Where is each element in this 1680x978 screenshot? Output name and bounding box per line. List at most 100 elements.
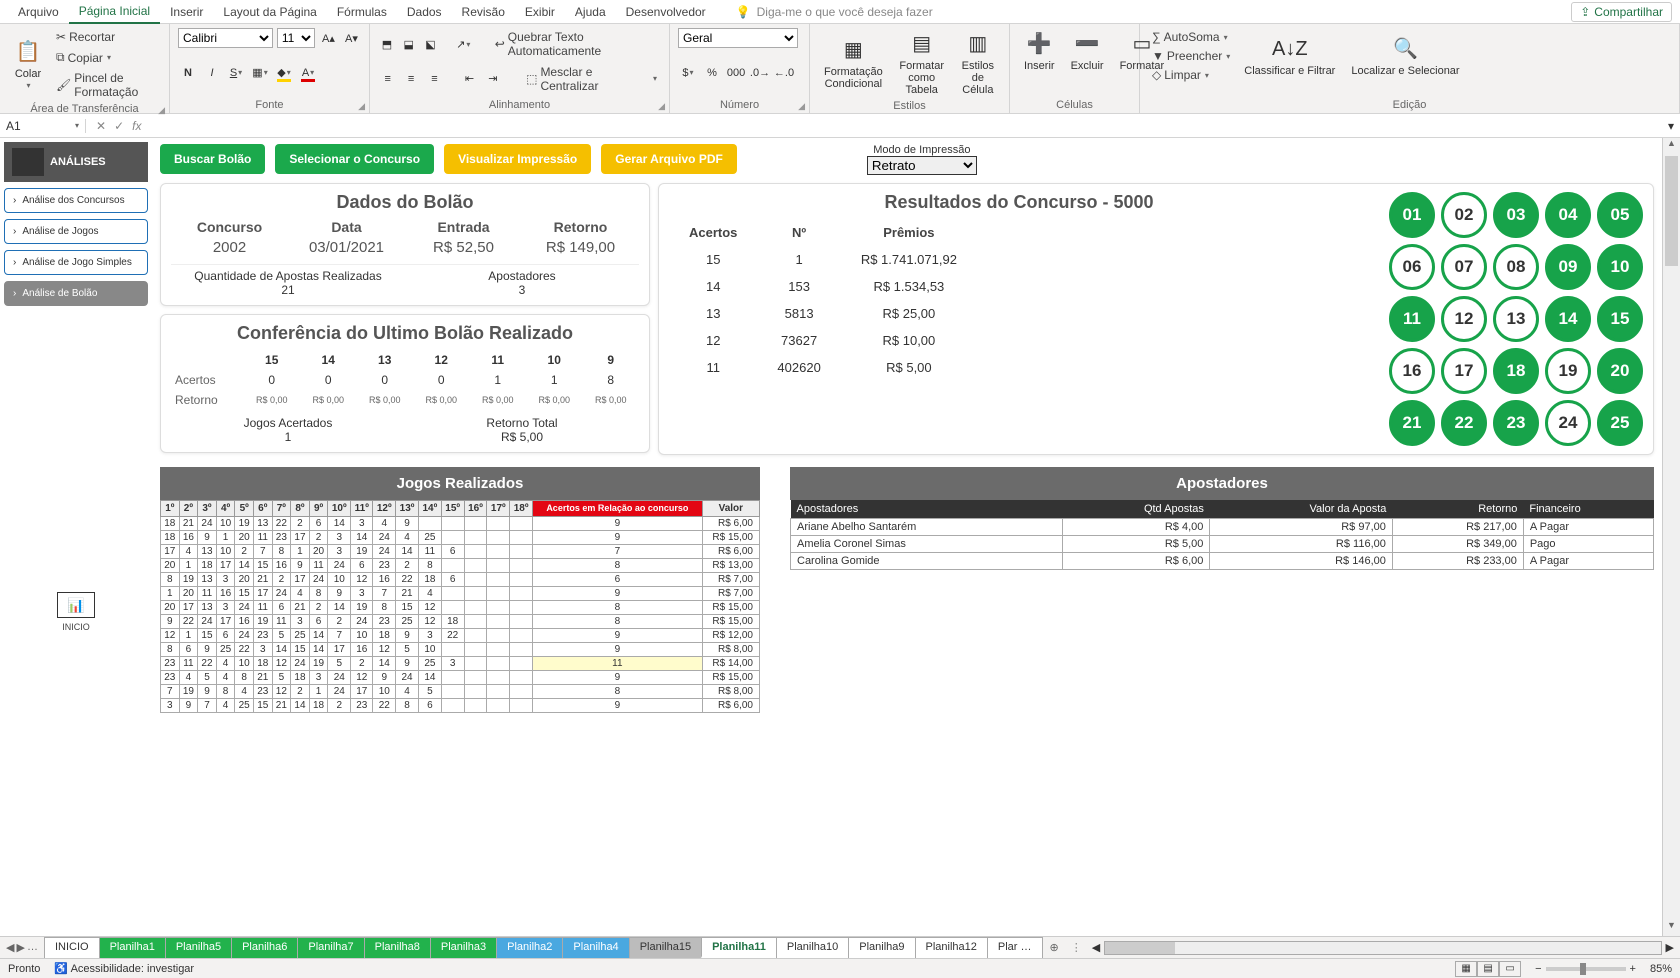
- font-name-select[interactable]: Calibri: [178, 28, 273, 48]
- nav-analise-bolao[interactable]: ›Análise de Bolão: [4, 281, 148, 306]
- font-dialog-icon[interactable]: ◢: [358, 101, 365, 112]
- inicio-button[interactable]: 📊 INICIO: [4, 592, 148, 632]
- tab-exibir[interactable]: Exibir: [515, 1, 565, 23]
- find-select-button[interactable]: 🔍Localizar e Selecionar: [1345, 33, 1465, 79]
- font-color-button[interactable]: A▾: [298, 64, 318, 82]
- number-format-select[interactable]: Geral: [678, 28, 798, 48]
- sheet-nav-next-icon[interactable]: ▶: [16, 941, 24, 954]
- sheet-tab[interactable]: Planilha11: [701, 937, 777, 958]
- cond-format-button[interactable]: ▦Formatação Condicional: [818, 34, 889, 92]
- namebox-dropdown-icon[interactable]: ▾: [75, 121, 79, 130]
- sheet-tab[interactable]: INICIO: [44, 937, 100, 958]
- cell-styles-button[interactable]: ▥Estilos de Célula: [955, 28, 1001, 98]
- merge-button[interactable]: ⬚Mesclar e Centralizar▾: [522, 63, 661, 95]
- horizontal-scrollbar[interactable]: ◀ ▶: [1086, 941, 1680, 955]
- cut-button[interactable]: ✂Recortar: [52, 28, 161, 46]
- scroll-up-icon[interactable]: ▲: [1663, 138, 1680, 154]
- delete-cells-button[interactable]: ➖Excluir: [1065, 28, 1110, 74]
- tell-me[interactable]: 💡 Diga-me o que você deseja fazer: [736, 5, 933, 19]
- insert-cells-button[interactable]: ➕Inserir: [1018, 28, 1061, 74]
- zoom-out-icon[interactable]: −: [1535, 963, 1541, 975]
- sheet-tab[interactable]: Planilha3: [430, 937, 497, 958]
- percent-icon[interactable]: %: [702, 64, 722, 82]
- scroll-down-icon[interactable]: ▼: [1663, 920, 1680, 936]
- zoom-level[interactable]: 85%: [1650, 963, 1672, 975]
- inc-decimal-icon[interactable]: .0→: [750, 64, 770, 82]
- number-dialog-icon[interactable]: ◢: [798, 101, 805, 112]
- nav-analise-jogo-simples[interactable]: ›Análise de Jogo Simples: [4, 250, 148, 275]
- sheet-tab[interactable]: Planilha9: [848, 937, 915, 958]
- sheet-tab[interactable]: Planilha1: [99, 937, 166, 958]
- indent-inc-icon[interactable]: ⇥: [483, 70, 502, 88]
- underline-button[interactable]: S▾: [226, 64, 246, 82]
- sheet-tab[interactable]: Planilha5: [165, 937, 232, 958]
- nav-analise-concursos[interactable]: ›Análise dos Concursos: [4, 188, 148, 213]
- normal-view-icon[interactable]: ▦: [1455, 961, 1477, 977]
- sheet-tab[interactable]: Plar …: [987, 937, 1043, 958]
- sheet-tab[interactable]: Planilha12: [915, 937, 988, 958]
- autosum-button[interactable]: ∑AutoSoma▾: [1148, 28, 1234, 46]
- clipboard-dialog-icon[interactable]: ◢: [158, 105, 165, 116]
- sheet-tab[interactable]: Planilha10: [776, 937, 849, 958]
- expand-formula-icon[interactable]: ▾: [1662, 119, 1680, 133]
- clear-button[interactable]: ◇Limpar▾: [1148, 66, 1234, 84]
- share-button[interactable]: ⇪ Compartilhar: [1571, 2, 1672, 22]
- visualizar-impressao-button[interactable]: Visualizar Impressão: [444, 144, 591, 174]
- zoom-in-icon[interactable]: +: [1630, 963, 1636, 975]
- sheet-tab[interactable]: Planilha7: [297, 937, 364, 958]
- indent-dec-icon[interactable]: ⇤: [460, 70, 479, 88]
- sheet-tab[interactable]: Planilha6: [231, 937, 298, 958]
- cancel-formula-icon[interactable]: ✕: [96, 119, 106, 133]
- page-layout-view-icon[interactable]: ▤: [1477, 961, 1499, 977]
- align-left-icon[interactable]: ≡: [378, 70, 397, 88]
- increase-font-icon[interactable]: A▴: [319, 29, 338, 47]
- sort-filter-button[interactable]: A↓ZClassificar e Filtrar: [1238, 33, 1341, 79]
- hscroll-thumb[interactable]: [1105, 942, 1175, 954]
- thousands-icon[interactable]: 000: [726, 64, 746, 82]
- tab-pagina-inicial[interactable]: Página Inicial: [69, 0, 160, 24]
- copy-button[interactable]: ⧉Copiar▾: [52, 48, 161, 67]
- zoom-thumb[interactable]: [1580, 963, 1586, 975]
- fx-icon[interactable]: fx: [132, 119, 141, 133]
- align-top-icon[interactable]: ⬒: [378, 35, 396, 53]
- vertical-scrollbar[interactable]: ▲ ▼: [1662, 138, 1680, 936]
- align-right-icon[interactable]: ≡: [425, 70, 444, 88]
- align-dialog-icon[interactable]: ◢: [658, 101, 665, 112]
- buscar-bolao-button[interactable]: Buscar Bolão: [160, 144, 265, 174]
- zoom-slider[interactable]: − +: [1535, 963, 1636, 975]
- fill-color-button[interactable]: ◆▾: [274, 64, 294, 82]
- dec-decimal-icon[interactable]: ←.0: [774, 64, 794, 82]
- align-bottom-icon[interactable]: ⬕: [422, 35, 440, 53]
- fill-button[interactable]: ▼Preencher▾: [1148, 47, 1234, 65]
- currency-icon[interactable]: $▾: [678, 64, 698, 82]
- sheet-tab[interactable]: Planilha2: [496, 937, 563, 958]
- selecionar-concurso-button[interactable]: Selecionar o Concurso: [275, 144, 434, 174]
- new-sheet-button[interactable]: ⊕: [1042, 941, 1067, 954]
- tab-layout[interactable]: Layout da Página: [213, 1, 326, 23]
- bold-button[interactable]: N: [178, 64, 198, 82]
- sheet-tab[interactable]: Planilha15: [629, 937, 702, 958]
- orientation-icon[interactable]: ↗▾: [454, 35, 472, 53]
- format-table-button[interactable]: ▤Formatar como Tabela: [893, 28, 951, 98]
- align-center-icon[interactable]: ≡: [401, 70, 420, 88]
- tab-revisao[interactable]: Revisão: [452, 1, 515, 23]
- decrease-font-icon[interactable]: A▾: [342, 29, 361, 47]
- tab-arquivo[interactable]: Arquivo: [8, 1, 69, 23]
- accessibility-status[interactable]: ♿ Acessibilidade: investigar: [54, 962, 194, 975]
- scroll-thumb[interactable]: [1665, 156, 1678, 266]
- printmode-select[interactable]: Retrato: [867, 156, 977, 175]
- name-box[interactable]: A1▾: [0, 119, 86, 133]
- accept-formula-icon[interactable]: ✓: [114, 119, 124, 133]
- sheet-nav-prev-icon[interactable]: ◀: [6, 941, 14, 954]
- page-break-view-icon[interactable]: ▭: [1499, 961, 1521, 977]
- tab-desenvolvedor[interactable]: Desenvolvedor: [616, 1, 716, 23]
- font-size-select[interactable]: 11: [277, 28, 315, 48]
- tab-inserir[interactable]: Inserir: [160, 1, 213, 23]
- sheet-tab[interactable]: Planilha4: [562, 937, 629, 958]
- align-middle-icon[interactable]: ⬓: [400, 35, 418, 53]
- tab-formulas[interactable]: Fórmulas: [327, 1, 397, 23]
- nav-analise-jogos[interactable]: ›Análise de Jogos: [4, 219, 148, 244]
- gerar-pdf-button[interactable]: Gerar Arquivo PDF: [601, 144, 737, 174]
- border-button[interactable]: ▦▾: [250, 64, 270, 82]
- italic-button[interactable]: I: [202, 64, 222, 82]
